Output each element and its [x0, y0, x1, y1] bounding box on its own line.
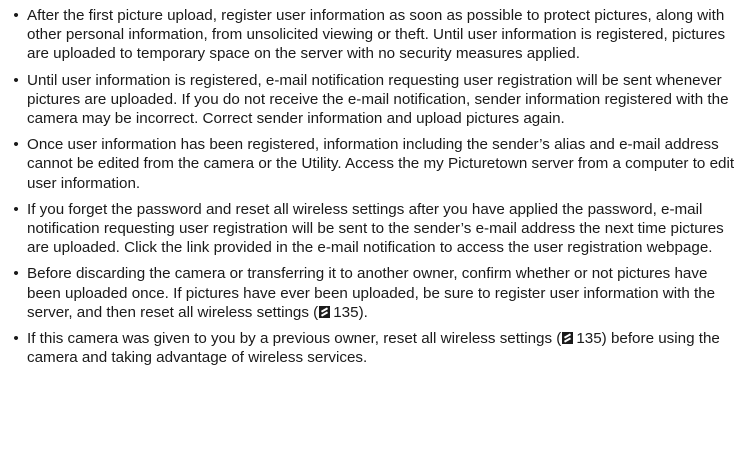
bullet-text: If this camera was given to you by a pre…: [27, 330, 720, 366]
page-reference-number[interactable]: 135: [333, 304, 358, 321]
bullet-text: Once user information has been registere…: [27, 136, 735, 192]
bullet-text-before: If this camera was given to you by a pre…: [27, 330, 562, 348]
bullet-text-after: ).: [358, 303, 368, 321]
bullet-text: Before discarding the camera or transfer…: [27, 265, 715, 320]
list-item: • Until user information is registered, …: [10, 71, 742, 129]
page-reference-number[interactable]: 135: [576, 330, 601, 347]
list-item: • After the first picture upload, regist…: [10, 6, 742, 64]
bullet-text: After the first picture upload, register…: [27, 7, 726, 63]
page-reference-icon: [562, 332, 574, 345]
list-item: • If you forget the password and reset a…: [10, 200, 742, 258]
bullet-point: •: [13, 200, 19, 218]
list-item: • Before discarding the camera or transf…: [10, 264, 742, 322]
list-item: • If this camera was given to you by a p…: [10, 329, 742, 367]
bullet-text: If you forget the password and reset all…: [27, 200, 724, 257]
bullet-point: •: [13, 330, 19, 348]
bullet-point: •: [13, 71, 19, 89]
bullet-text: Until user information is registered, e-…: [27, 71, 729, 128]
bullet-text-before: Before discarding the camera or transfer…: [27, 265, 716, 321]
bullet-point: •: [13, 7, 19, 24]
list-item: • Once user information has been registe…: [10, 135, 742, 193]
bullet-point: •: [13, 136, 19, 154]
bullet-list: • After the first picture upload, regist…: [10, 6, 742, 374]
page-reference-icon: [319, 305, 331, 318]
bullet-point: •: [13, 265, 19, 283]
